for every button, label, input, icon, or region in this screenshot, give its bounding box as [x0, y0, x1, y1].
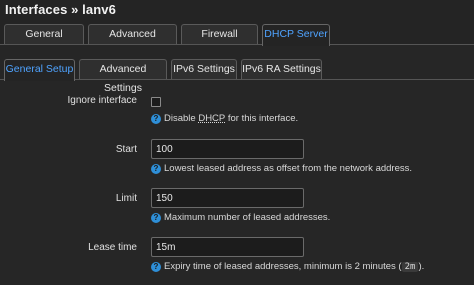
tab-firewall-settings[interactable]: Firewall Settings: [181, 24, 258, 59]
lease-help-code: 2m: [401, 261, 419, 272]
start-help: ? Lowest leased address as offset from t…: [151, 163, 412, 174]
limit-label: Limit: [115, 193, 137, 204]
ignore-interface-checkbox[interactable]: [151, 97, 161, 107]
lease-time-help: ? Expiry time of leased addresses, minim…: [151, 261, 424, 272]
limit-input[interactable]: [151, 188, 304, 208]
help-text-prefix: Disable: [164, 113, 199, 124]
lease-time-label: Lease time: [88, 242, 137, 253]
limit-help-text: Maximum number of leased addresses.: [164, 212, 331, 223]
ignore-interface-label: Ignore interface: [67, 95, 138, 106]
tab-dhcp-server[interactable]: DHCP Server: [262, 24, 330, 46]
tab-advanced-settings[interactable]: Advanced Settings: [88, 24, 177, 59]
lease-help-prefix: Expiry time of leased addresses, minimum…: [164, 261, 402, 272]
start-label: Start: [115, 144, 137, 155]
start-help-text: Lowest leased address as offset from the…: [164, 163, 413, 174]
question-circle-icon: ?: [151, 113, 161, 124]
dhcp-abbr: DHCP: [198, 113, 226, 124]
tab-ipv6-settings[interactable]: IPv6 Settings: [171, 59, 237, 80]
page-title: Interfaces » lanv6: [5, 2, 116, 17]
start-input[interactable]: [151, 139, 304, 159]
question-circle-icon: ?: [151, 163, 161, 174]
limit-help: ? Maximum number of leased addresses.: [151, 212, 330, 223]
tab-general-settings[interactable]: General Settings: [4, 24, 84, 59]
tab-general-setup[interactable]: General Setup: [4, 59, 75, 81]
tab-dhcp-advanced-settings[interactable]: Advanced Settings: [79, 59, 167, 94]
question-circle-icon: ?: [151, 261, 161, 272]
tab-ipv6-ra-settings[interactable]: IPv6 RA Settings: [241, 59, 322, 80]
dhcp-server-panel: General Setup Advanced Settings IPv6 Set…: [0, 45, 474, 285]
main-tab-bar: General Settings Advanced Settings Firew…: [0, 22, 474, 59]
lease-time-input[interactable]: [151, 237, 304, 257]
ignore-interface-help: ? Disable DHCP for this interface.: [151, 113, 298, 124]
lease-help-suffix: ).: [418, 261, 425, 272]
question-circle-icon: ?: [151, 212, 161, 223]
dhcp-tab-bar: General Setup Advanced Settings IPv6 Set…: [0, 59, 474, 94]
help-text-suffix: for this interface.: [225, 113, 299, 124]
